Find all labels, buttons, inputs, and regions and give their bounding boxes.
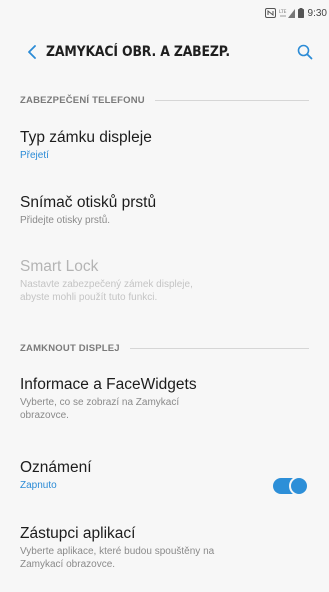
- nfc-icon: [264, 8, 276, 18]
- toggle-knob: [289, 476, 309, 496]
- list-item-subtitle-line-1: Nastavte zabezpečený zámek displeje,: [20, 279, 193, 290]
- notifications-toggle[interactable]: [273, 476, 309, 496]
- section-divider: [129, 347, 309, 349]
- list-item-subtitle-line-2: Zamykací obrazovce.: [20, 559, 116, 570]
- list-item-screen-lock-type[interactable]: Typ zámku displeje Přejetí: [20, 128, 309, 162]
- list-item-title: Typ zámku displeje: [20, 129, 152, 146]
- list-item-subtitle-line-2: obrazovce.: [20, 410, 69, 421]
- list-item-subtitle: Přidejte otisky prstů.: [20, 215, 111, 226]
- page-title: ZAMYKACÍ OBR. A ZABEZP.: [46, 44, 230, 60]
- list-item-notifications[interactable]: Oznámení Zapnuto: [20, 458, 249, 492]
- list-item-subtitle: Zapnuto: [20, 480, 57, 491]
- section-header-lock-screen: ZAMKNOUT DISPLEJ: [20, 340, 309, 356]
- list-item-title: Smart Lock: [20, 258, 99, 275]
- section-divider: [154, 99, 309, 101]
- search-icon: [297, 44, 313, 60]
- list-item-smart-lock: Smart Lock Nastavte zabezpečený zámek di…: [20, 257, 309, 304]
- list-item-fingerprint-scanner[interactable]: Snímač otisků prstů Přidejte otisky prst…: [20, 193, 309, 227]
- battery-icon: [297, 8, 304, 18]
- list-item-info-facewidgets[interactable]: Informace a FaceWidgets Vyberte, co se z…: [20, 375, 309, 422]
- list-item-subtitle-line-1: Vyberte aplikace, které budou spouštěny …: [20, 546, 215, 557]
- chevron-left-icon: [28, 45, 36, 59]
- list-item-title: Informace a FaceWidgets: [20, 376, 197, 393]
- list-item-title: Zástupci aplikací: [20, 525, 136, 542]
- list-item-title: Oznámení: [20, 459, 92, 476]
- svg-text:LTE: LTE: [279, 9, 287, 15]
- list-item-app-shortcuts[interactable]: Zástupci aplikací Vyberte aplikace, kter…: [20, 524, 309, 571]
- lock-screen-security-settings: LTE 9:30 ZAMYKACÍ OBR. A ZABEZP. ZABEZPE…: [0, 0, 329, 592]
- section-header-label: ZAMKNOUT DISPLEJ: [20, 342, 120, 354]
- status-time: 9:30: [307, 7, 327, 19]
- section-header-label: ZABEZPEČENÍ TELEFONU: [20, 94, 145, 106]
- list-item-title: Snímač otisků prstů: [20, 194, 157, 211]
- lte-signal-icon: LTE: [279, 8, 295, 18]
- list-item-subtitle-line-2: abyste mohli použít tuto funkci.: [20, 292, 158, 303]
- list-item-subtitle: Přejetí: [20, 150, 49, 161]
- section-header-phone-security: ZABEZPEČENÍ TELEFONU: [20, 92, 309, 108]
- status-bar: LTE 9:30: [0, 0, 329, 26]
- search-button[interactable]: [287, 28, 323, 76]
- list-item-subtitle-line-1: Vyberte, co se zobrazí na Zamykací: [20, 397, 180, 408]
- app-bar: ZAMYKACÍ OBR. A ZABEZP.: [0, 28, 329, 76]
